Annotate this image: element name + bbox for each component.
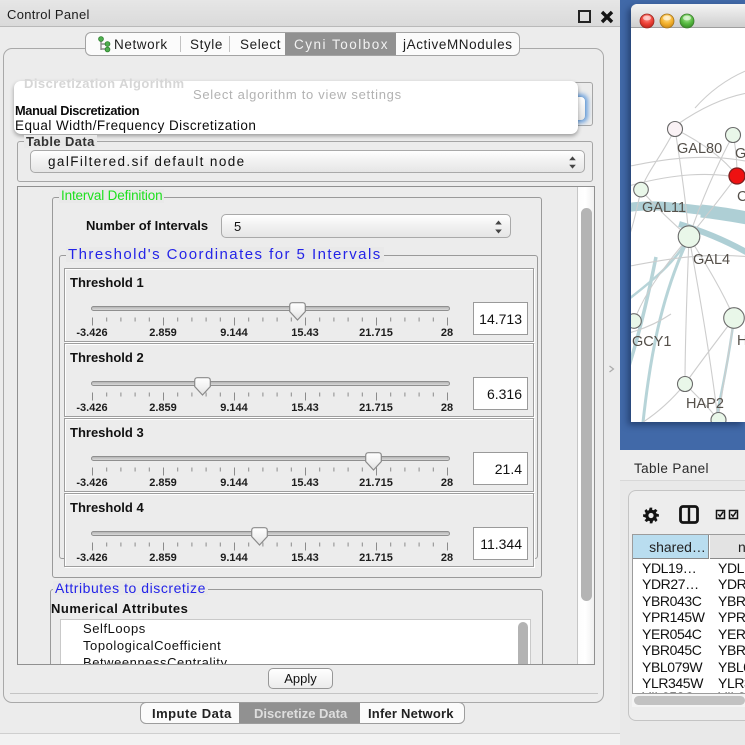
svg-text:GAL4: GAL4 [693, 252, 730, 268]
svg-text:HIS4: HIS4 [737, 333, 745, 349]
svg-text:GAL11: GAL11 [642, 200, 686, 216]
svg-text:C: C [737, 189, 745, 205]
svg-text:GAL1: GAL1 [735, 146, 745, 162]
svg-text:HAP2: HAP2 [686, 396, 724, 412]
svg-text:GCY1: GCY1 [632, 334, 672, 350]
svg-text:GAL80: GAL80 [677, 141, 722, 157]
